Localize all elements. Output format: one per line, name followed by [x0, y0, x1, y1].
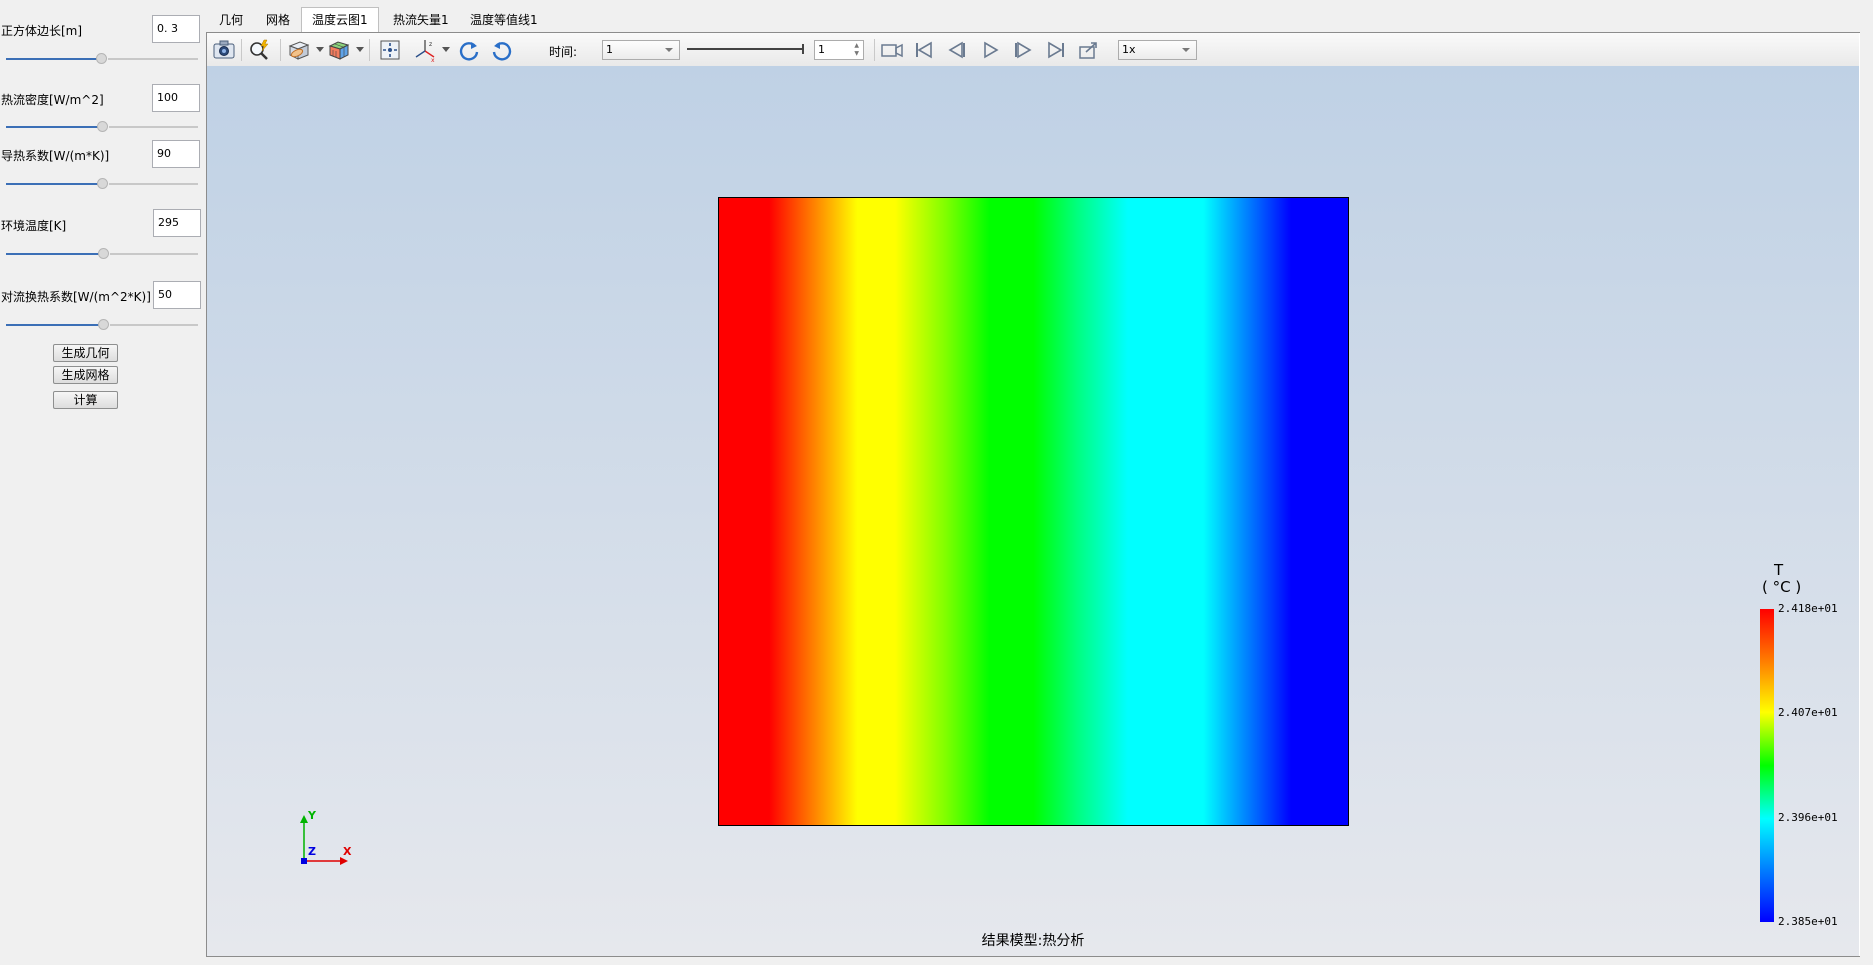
legend-title: T: [1774, 561, 1784, 579]
generate-geometry-button[interactable]: 生成几何: [53, 344, 118, 362]
param-label-heat-flux: 热流密度[W/m^2]: [1, 93, 104, 107]
speed-select-value: 1x: [1122, 43, 1136, 56]
generate-mesh-button[interactable]: 生成网格: [53, 366, 118, 384]
last-frame-icon[interactable]: [1044, 38, 1068, 62]
axis-x-label: X: [343, 845, 352, 858]
tab-temperature-isolines[interactable]: 温度等值线1: [468, 8, 540, 32]
compute-button[interactable]: 计算: [53, 391, 118, 409]
view-axis-icon[interactable]: zx: [413, 38, 437, 64]
slider-thumb[interactable]: [96, 53, 107, 64]
slider-thumb[interactable]: [97, 121, 108, 132]
view-toolbar: zx 时间: 1 1 ▲ ▼ 1x: [207, 33, 1859, 67]
time-slider[interactable]: [687, 44, 807, 56]
result-model-caption: 结果模型:热分析: [981, 933, 1085, 949]
cube-side-input[interactable]: 0. 3: [152, 15, 200, 43]
param-label-conductivity: 导热系数[W/(m*K)]: [1, 149, 110, 163]
parameter-panel: 正方体边长[m] 0. 3 热流密度[W/m^2] 100 导热系数[W/(m*…: [0, 0, 205, 965]
screenshot-camera-icon[interactable]: [212, 38, 236, 62]
time-slider-handle[interactable]: [802, 44, 804, 54]
rotate-right-icon[interactable]: [490, 38, 514, 62]
frame-spinbox[interactable]: 1 ▲ ▼: [814, 40, 864, 60]
svg-text:x: x: [431, 57, 435, 62]
param-label-ambient-temp: 环境温度[K]: [1, 219, 67, 233]
play-icon[interactable]: [978, 38, 1002, 62]
right-scroll-edge: [1860, 32, 1873, 965]
tab-geometry[interactable]: 几何: [217, 8, 245, 32]
temperature-contour-plot: [718, 197, 1349, 826]
rotate-left-icon[interactable]: [457, 38, 481, 62]
ambient-temp-input[interactable]: 295: [153, 209, 201, 237]
param-label-convection-coeff: 对流换热系数[W/(m^2*K)]: [1, 290, 151, 304]
time-label: 时间:: [549, 45, 578, 59]
export-animation-icon[interactable]: [1077, 38, 1101, 62]
record-video-icon[interactable]: [880, 38, 904, 62]
axis-triad-icon: Y Z X: [300, 811, 352, 865]
ambient-temp-slider[interactable]: [6, 248, 198, 260]
legend-unit: ( °C ): [1762, 578, 1802, 596]
tab-mesh[interactable]: 网格: [264, 8, 292, 32]
tab-temperature-contour[interactable]: 温度云图1: [301, 7, 379, 34]
color-mesh-icon[interactable]: [327, 38, 351, 62]
axis-z-label: Z: [308, 845, 316, 858]
convection-coeff-input[interactable]: 50: [153, 281, 201, 309]
tab-heat-flux-vector[interactable]: 热流矢量1: [391, 8, 451, 32]
color-legend-bar: [1760, 609, 1774, 922]
svg-text:z: z: [429, 41, 432, 48]
time-select[interactable]: 1: [602, 40, 680, 60]
slider-thumb[interactable]: [98, 319, 109, 330]
conductivity-input[interactable]: 90: [152, 140, 200, 168]
zoom-fit-icon[interactable]: [247, 38, 271, 62]
param-label-cube-side: 正方体边长[m]: [1, 24, 83, 38]
fit-all-icon[interactable]: [378, 38, 402, 62]
time-select-value: 1: [606, 43, 613, 56]
axis-y-label: Y: [307, 811, 317, 822]
3d-viewport[interactable]: Y Z X T ( °C ) 2.418e+01 2.407e+01 2.396…: [207, 66, 1859, 956]
previous-frame-icon[interactable]: [945, 38, 969, 62]
next-frame-icon[interactable]: [1011, 38, 1035, 62]
clip-plane-icon[interactable]: [287, 38, 311, 62]
first-frame-icon[interactable]: [912, 38, 936, 62]
legend-tick-max: 2.418e+01: [1778, 602, 1838, 615]
legend-tick-min: 2.385e+01: [1778, 915, 1838, 928]
slider-thumb[interactable]: [97, 178, 108, 189]
heat-flux-input[interactable]: 100: [152, 84, 200, 112]
slider-thumb[interactable]: [98, 248, 109, 259]
speed-select[interactable]: 1x: [1118, 40, 1197, 60]
heat-flux-slider[interactable]: [6, 121, 198, 133]
legend-tick-upper: 2.407e+01: [1778, 706, 1838, 719]
view-tab-bar: 几何 网格 温度云图1 热流矢量1 温度等值线1: [205, 4, 1860, 34]
spin-arrows-icon[interactable]: ▲ ▼: [854, 42, 859, 58]
convection-coeff-slider[interactable]: [6, 319, 198, 331]
legend-tick-lower: 2.396e+01: [1778, 811, 1838, 824]
conductivity-slider[interactable]: [6, 178, 198, 190]
frame-spinbox-value: 1: [818, 43, 825, 56]
cube-side-slider[interactable]: [6, 53, 198, 65]
